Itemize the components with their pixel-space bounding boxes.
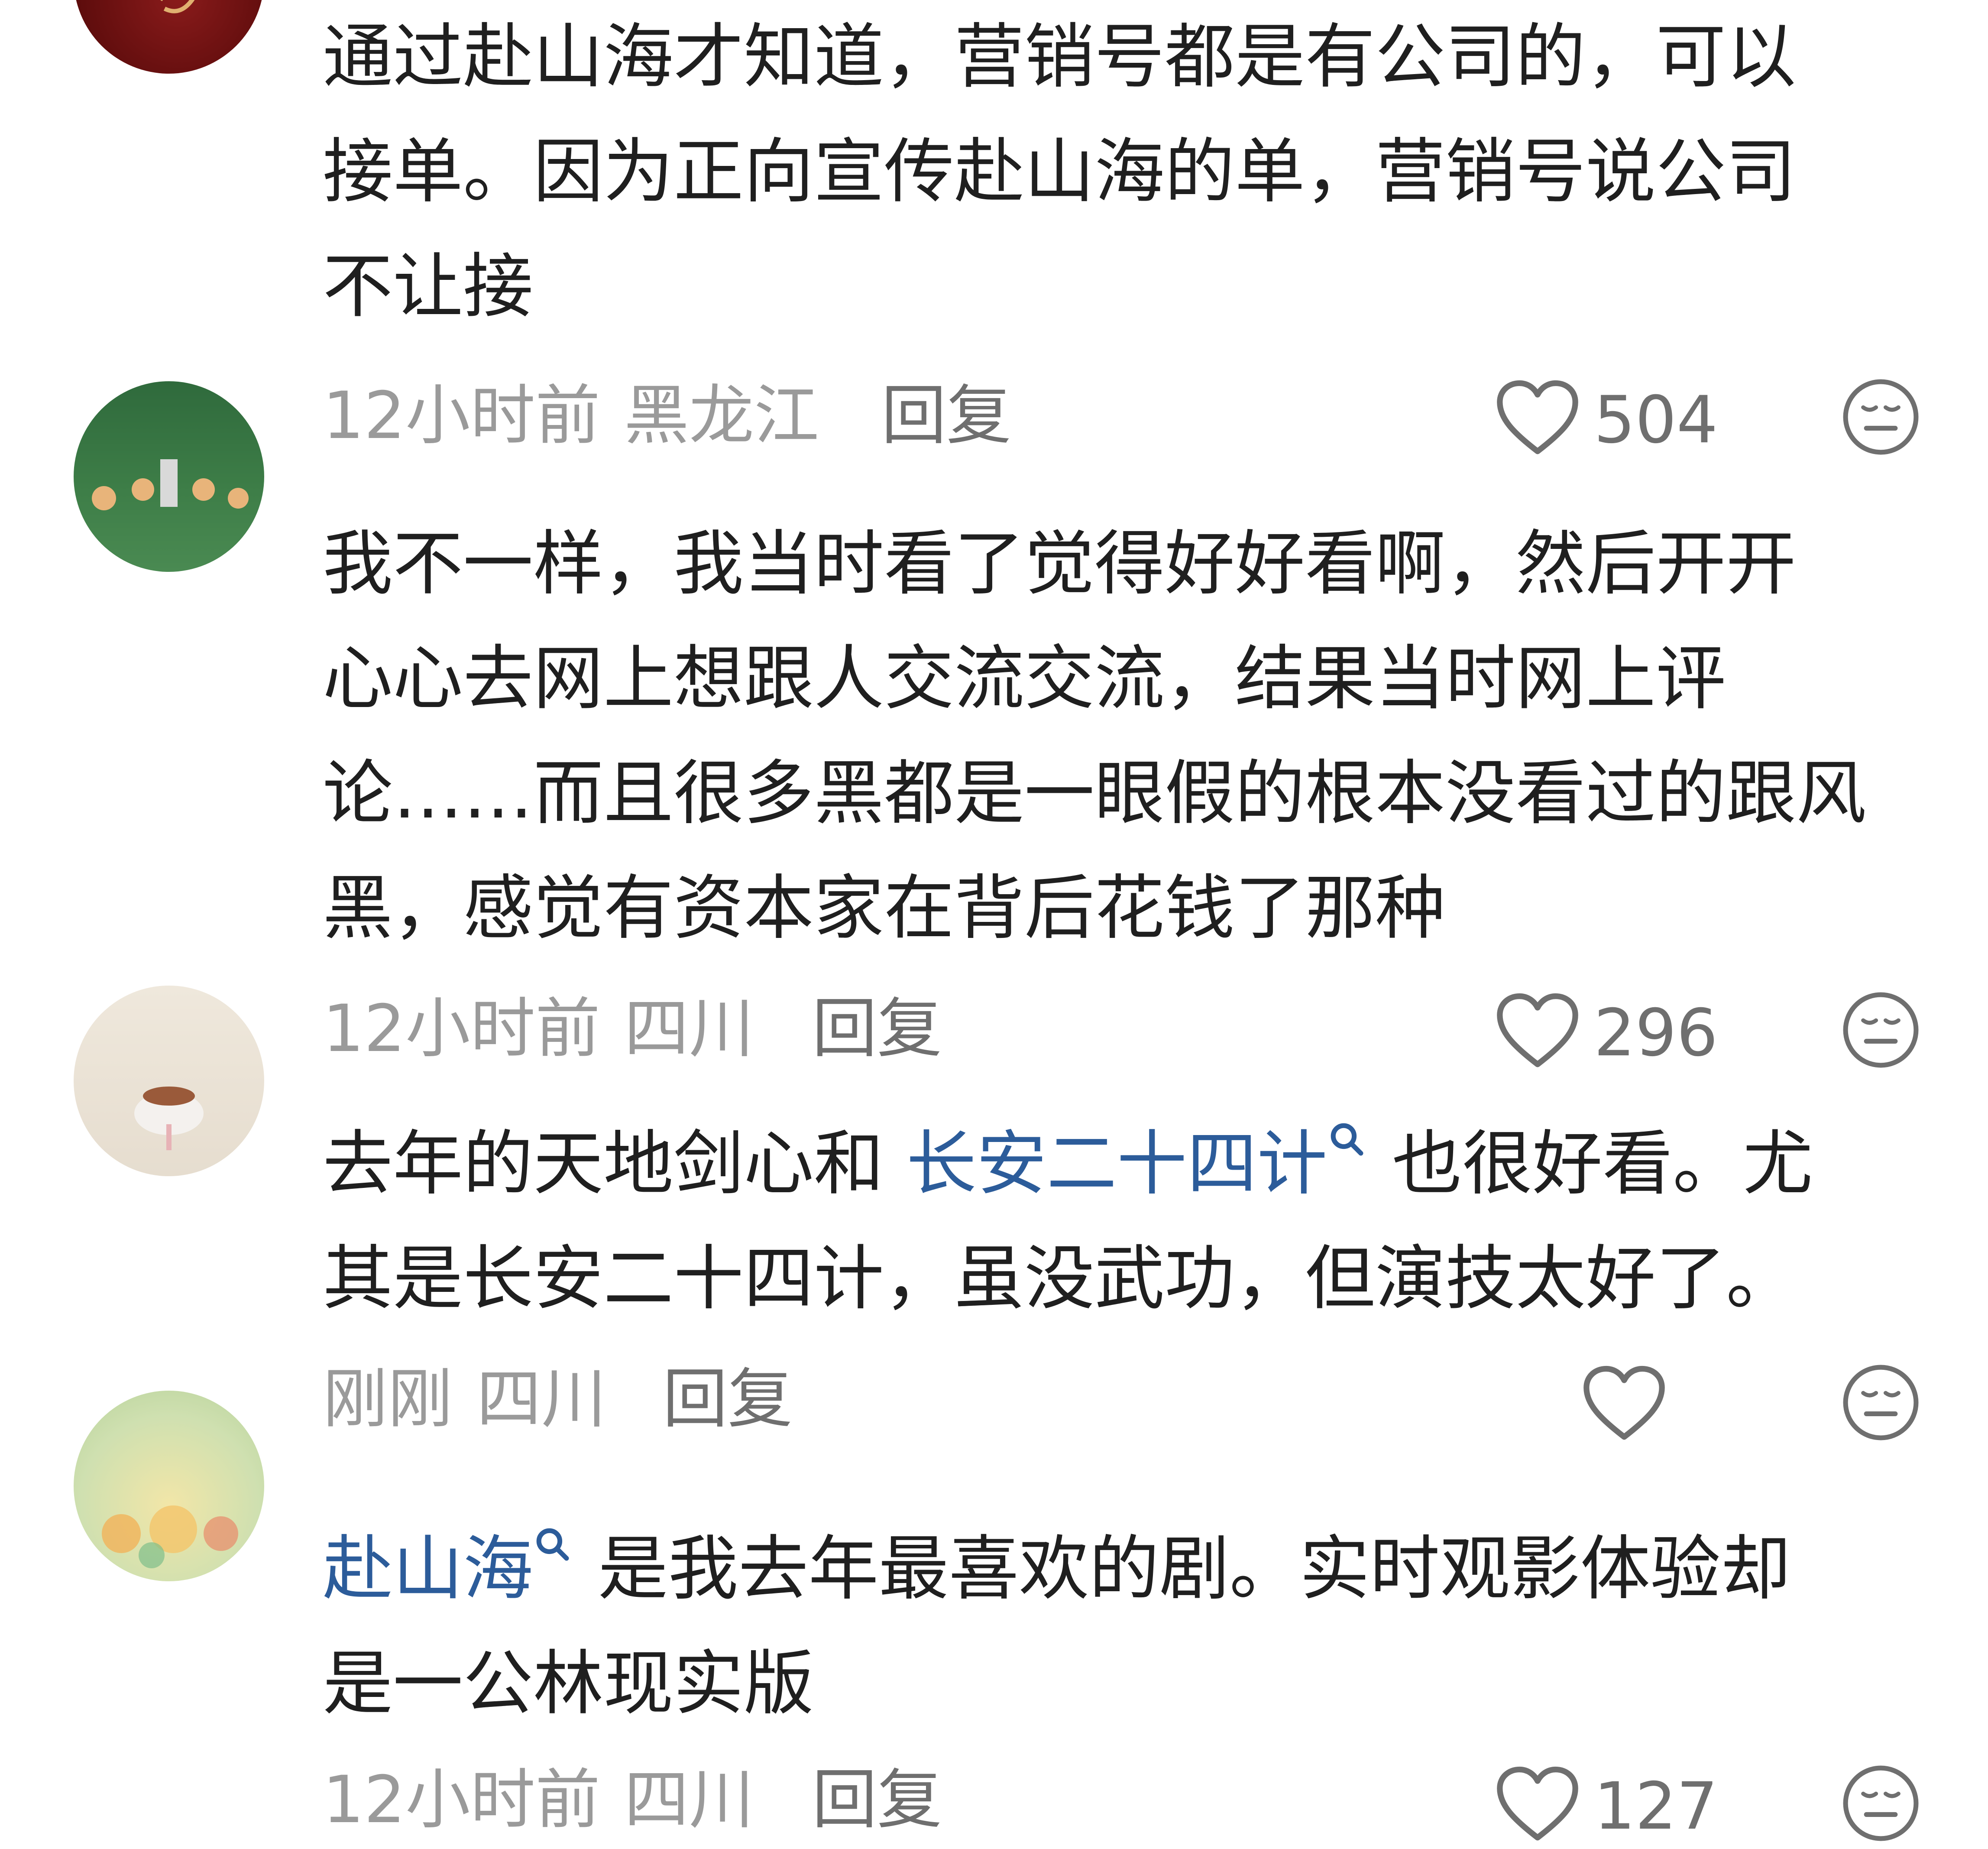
- comment-meta: 刚刚 四川: [323, 1360, 606, 1438]
- topic-text: 赴山海: [323, 1528, 533, 1610]
- comment-location: 四川: [476, 1362, 607, 1437]
- comment-text: 也很好看。尤: [1370, 1123, 1813, 1205]
- comment-line: 通过赴山海才知道，营销号都是有公司的，可以: [323, 16, 1796, 98]
- comment-meta: 12小时前 黑龙江: [323, 377, 819, 455]
- comment-location: 黑龙江: [624, 378, 819, 454]
- comment-body: 赴山海 是我去年最喜欢的剧。实时观影体验却 是一公林现实版: [323, 1512, 1969, 1742]
- heart-outline-icon[interactable]: [1583, 1365, 1665, 1443]
- avatar[interactable]: [74, 381, 264, 572]
- comment-line: 我不一样，我当时看了觉得好好看啊，然后开开: [323, 523, 1796, 605]
- comment-line: 赴山海 是我去年最喜欢的剧。实时观影体验却: [323, 1512, 1969, 1627]
- like-count: 127: [1594, 1769, 1718, 1844]
- avatar-image: [102, 1505, 238, 1568]
- meh-face-icon[interactable]: [1841, 1763, 1921, 1843]
- reply-button[interactable]: 回复: [663, 1360, 793, 1438]
- search-icon: [1331, 1123, 1363, 1156]
- comment-body: 通过赴山海才知道，营销号都是有公司的，可以 接单。因为正向宣传赴山海的单，营销号…: [323, 0, 1969, 344]
- reply-button[interactable]: 回复: [812, 990, 942, 1068]
- comment-meta: 12小时前 四川: [323, 1761, 754, 1839]
- comment-time: 12小时前: [323, 991, 600, 1067]
- comment-body: 我不一样，我当时看了觉得好好看啊，然后开开 心心去网上想跟人交流交流，结果当时网…: [323, 507, 1969, 966]
- meh-face-icon[interactable]: [1841, 990, 1921, 1070]
- heart-outline-icon[interactable]: [1496, 1765, 1579, 1843]
- comment-time: 12小时前: [323, 1762, 600, 1838]
- comment-meta: 12小时前 四川: [323, 990, 754, 1068]
- comment-time: 刚刚: [323, 1362, 453, 1437]
- topic-link[interactable]: 赴山海: [323, 1528, 576, 1610]
- avatar-image: [160, 0, 195, 13]
- avatar-image: [92, 459, 249, 510]
- meh-face-icon[interactable]: [1841, 1362, 1921, 1443]
- comment-line: 黑，感觉有资本家在背后花钱了那种: [323, 868, 1445, 949]
- like-count: 504: [1594, 383, 1718, 458]
- comment-time: 12小时前: [323, 378, 600, 454]
- search-icon: [536, 1528, 569, 1561]
- avatar-image: [134, 1087, 204, 1150]
- comment-line: 接单。因为正向宣传赴山海的单，营销号说公司: [323, 131, 1796, 213]
- avatar[interactable]: [74, 1391, 264, 1581]
- comment-line: 去年的天地剑心和 长安二十四计 也很好看。尤: [323, 1107, 1969, 1222]
- comment-text: 去年的天地剑心和: [323, 1123, 907, 1205]
- avatar[interactable]: [74, 986, 264, 1176]
- comment-body: 去年的天地剑心和 长安二十四计 也很好看。尤 其是长安二十四计，虽没武功，但演技…: [323, 1107, 1969, 1336]
- heart-outline-icon[interactable]: [1496, 992, 1579, 1070]
- meh-face-icon[interactable]: [1841, 377, 1921, 457]
- reply-button[interactable]: 回复: [812, 1761, 942, 1839]
- comment-location: 四川: [624, 1762, 754, 1838]
- avatar[interactable]: [74, 0, 264, 74]
- comment-line: 论……而且很多黑都是一眼假的根本没看过的跟风: [323, 753, 1866, 834]
- comment-line: 不让接: [323, 246, 533, 328]
- topic-link[interactable]: 长安二十四计: [907, 1123, 1370, 1205]
- comment-line: 心心去网上想跟人交流交流，结果当时网上评: [323, 638, 1726, 720]
- topic-text: 长安二十四计: [906, 1123, 1327, 1205]
- comment-line: 其是长安二十四计，虽没武功，但演技太好了。: [323, 1238, 1796, 1320]
- comment-text: 是我去年最喜欢的剧。实时观影体验却: [576, 1528, 1791, 1610]
- reply-button[interactable]: 回复: [881, 377, 1011, 455]
- like-count: 296: [1594, 996, 1718, 1071]
- heart-outline-icon[interactable]: [1496, 379, 1579, 457]
- comment-line: 是一公林现实版: [323, 1643, 814, 1725]
- comment-location: 四川: [624, 991, 754, 1067]
